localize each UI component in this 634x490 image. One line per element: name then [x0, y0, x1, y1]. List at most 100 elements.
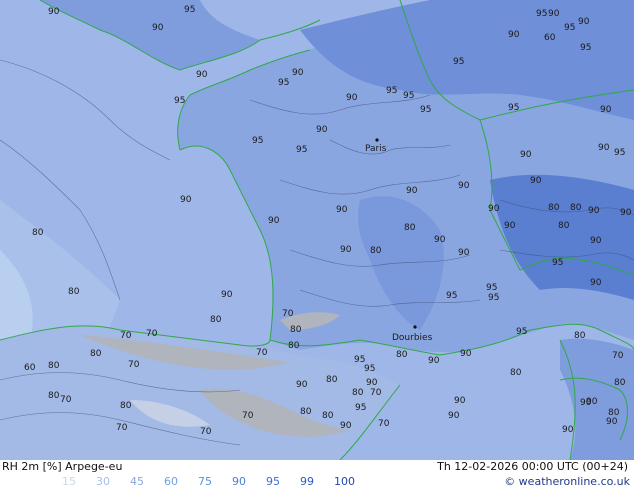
legend-item-75: 75 [198, 475, 212, 488]
contour-label: 90 [406, 186, 418, 196]
contour-label: 95 [564, 23, 575, 33]
contour-label: 80 [32, 228, 44, 238]
contour-label: 90 [458, 181, 470, 191]
contour-label: 80 [210, 315, 222, 325]
contour-label: 70 [282, 309, 294, 319]
contour-label: 80 [370, 246, 382, 256]
contour-label: 90 [340, 245, 352, 255]
contour-label: 80 [352, 388, 364, 398]
contour-label: 95 [536, 9, 547, 19]
contour-label: 80 [300, 407, 312, 417]
contour-label: 70 [256, 348, 268, 358]
contour-label: 70 [370, 388, 382, 398]
contour-label: 95 [278, 78, 289, 88]
footer-title-row: RH 2m [%] Arpege-eu Th 12-02-2026 00:00 … [0, 460, 634, 474]
contour-label: 80 [570, 203, 582, 213]
legend-item-99: 99 [300, 475, 314, 488]
color-legend: 15 30 45 60 75 90 95 99 100 [62, 475, 368, 489]
contour-label: 80 [120, 401, 132, 411]
map-svg: Paris Dourbies 90 95909095909595 959590909… [0, 0, 634, 460]
legend-item-90: 90 [232, 475, 246, 488]
contour-label: 95 [580, 43, 591, 53]
contour-label: 90 [336, 205, 348, 215]
contour-label: 95 [516, 327, 527, 337]
contour-label: 80 [558, 221, 570, 231]
contour-label: 90 [530, 176, 542, 186]
contour-label: 90 [590, 278, 602, 288]
contour-label: 90 [606, 417, 618, 427]
contour-label: 90 [180, 195, 192, 205]
contour-label: 90 [504, 221, 516, 231]
contour-label: 90 [221, 290, 233, 300]
legend-item-45: 45 [130, 475, 144, 488]
rh-map: Paris Dourbies 90 95 90 90 95 90 95 95 95 95 90 90 9… [0, 0, 634, 460]
contour-label: 90 [448, 411, 460, 421]
credit-link[interactable]: © weatheronline.co.uk [504, 475, 630, 489]
contour-label: 90 [458, 248, 470, 258]
contour-label: 70 [242, 411, 254, 421]
contour-label: 90 [48, 7, 60, 17]
contour-label: 70 [128, 360, 140, 370]
contour-label: 90 [520, 150, 532, 160]
contour-label: 95 [386, 86, 397, 96]
contour-label: 90 [346, 93, 358, 103]
contour-label: 90 [508, 30, 520, 40]
contour-label: 95 [488, 293, 499, 303]
footer: RH 2m [%] Arpege-eu Th 12-02-2026 00:00 … [0, 460, 634, 490]
dourbies-marker [413, 325, 417, 329]
contour-label: 90 [600, 105, 612, 115]
contour-label: 95 [446, 291, 457, 301]
contour-label: 80 [48, 361, 60, 371]
paris-label: Paris [365, 144, 387, 154]
contour-label: 90 [620, 208, 632, 218]
contour-label: 90 [580, 398, 592, 408]
contour-label: 80 [326, 375, 338, 385]
contour-label: 60 [24, 363, 36, 373]
contour-label: 90 [152, 23, 164, 33]
contour-label: 90 [590, 236, 602, 246]
contour-label: 95 [403, 91, 414, 101]
contour-label: 90 [340, 421, 352, 431]
contour-label: 95 [252, 136, 263, 146]
contour-label: 90 [588, 206, 600, 216]
contour-label: 70 [116, 423, 128, 433]
legend-item-30: 30 [96, 475, 110, 488]
contour-label: 80 [574, 331, 586, 341]
contour-label: 90 [196, 70, 208, 80]
contour-label: 80 [290, 325, 302, 335]
contour-label: 90 [488, 204, 500, 214]
contour-label: 95 [184, 5, 195, 15]
paris-marker [375, 138, 379, 142]
contour-label: 70 [612, 351, 624, 361]
legend-item-95: 95 [266, 475, 280, 488]
contour-label: 70 [60, 395, 72, 405]
dourbies-label: Dourbies [392, 333, 433, 343]
contour-label: 70 [378, 419, 390, 429]
contour-label: 90 [292, 68, 304, 78]
contour-label: 80 [48, 391, 60, 401]
product-title: RH 2m [%] Arpege-eu [2, 460, 123, 473]
contour-label: 90 [562, 425, 574, 435]
contour-label: 80 [322, 411, 334, 421]
contour-label: 95 [364, 364, 375, 374]
contour-label: 80 [90, 349, 102, 359]
contour-label: 95 [453, 57, 464, 67]
contour-label: 90 [460, 349, 472, 359]
contour-label: 90 [296, 380, 308, 390]
contour-label: 90 [578, 17, 590, 27]
contour-label: 70 [200, 427, 212, 437]
contour-label: 80 [614, 378, 626, 388]
legend-item-60: 60 [164, 475, 178, 488]
contour-label: 95 [552, 258, 563, 268]
contour-label: 80 [510, 368, 522, 378]
contour-label: 90 [598, 143, 610, 153]
legend-item-15: 15 [62, 475, 76, 488]
contour-label: 95 [355, 403, 366, 413]
contour-label: 80 [404, 223, 416, 233]
contour-label: 90 [454, 396, 466, 406]
contour-label: 90 [366, 378, 378, 388]
contour-label: 95 [486, 283, 497, 293]
contour-label: 90 [548, 9, 560, 19]
contour-label: 70 [146, 329, 158, 339]
contour-label: 95 [420, 105, 431, 115]
